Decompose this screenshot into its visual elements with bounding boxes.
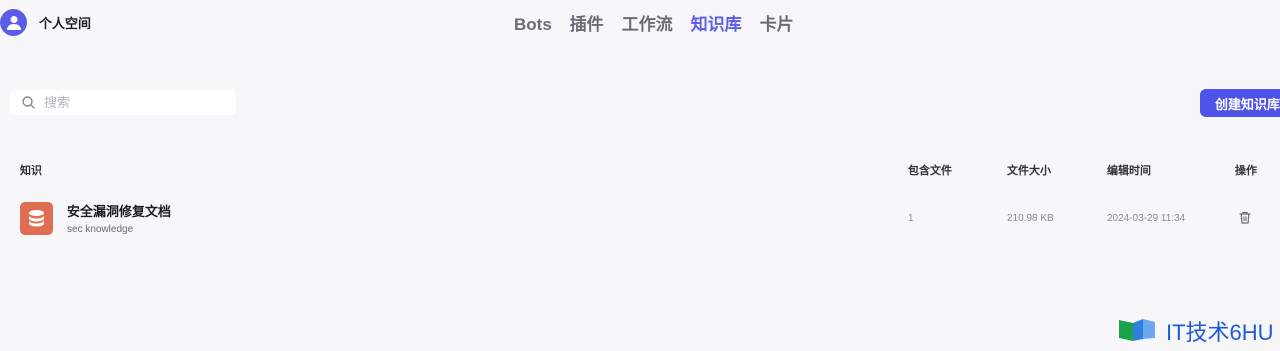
search-icon (22, 96, 35, 109)
search-box (10, 90, 236, 115)
knowledge-description: sec knowledge (67, 224, 134, 235)
file-count: 1 (908, 213, 914, 224)
column-header-edited: 编辑时间 (1107, 165, 1151, 177)
nav-knowledge[interactable]: 知识库 (691, 14, 742, 36)
user-icon (6, 15, 21, 30)
main-nav: Bots 插件 工作流 知识库 卡片 (514, 14, 812, 36)
edit-time: 2024-03-29 11:34 (1107, 213, 1186, 224)
column-header-files: 包含文件 (908, 165, 952, 177)
watermark-logo-icon (1119, 319, 1155, 341)
table-row[interactable]: 安全漏洞修复文档 sec knowledge 1 210.98 KB 2024-… (0, 190, 1280, 246)
file-size: 210.98 KB (1007, 213, 1054, 224)
column-header-knowledge: 知识 (20, 165, 42, 177)
knowledge-base-page: 个人空间 Bots 插件 工作流 知识库 卡片 创建知识库 知识 包含文件 文件… (0, 0, 1280, 351)
knowledge-name[interactable]: 安全漏洞修复文档 (67, 201, 171, 220)
trash-icon (1239, 211, 1251, 224)
workspace-switcher[interactable]: 个人空间 (0, 9, 91, 36)
nav-cards[interactable]: 卡片 (760, 14, 794, 36)
watermark-text: IT技术6HU (1166, 320, 1274, 345)
nav-workflows[interactable]: 工作流 (622, 14, 673, 36)
workspace-label: 个人空间 (39, 16, 92, 31)
delete-button[interactable] (1239, 211, 1251, 229)
watermark: IT技术6HU (1118, 315, 1274, 347)
nav-plugins[interactable]: 插件 (570, 14, 604, 36)
nav-bots[interactable]: Bots (514, 14, 552, 36)
search-input[interactable] (42, 94, 222, 111)
create-knowledge-button[interactable]: 创建知识库 (1200, 89, 1280, 117)
avatar[interactable] (0, 9, 27, 36)
column-header-actions: 操作 (1235, 165, 1257, 177)
database-icon (20, 202, 53, 235)
column-header-size: 文件大小 (1007, 165, 1051, 177)
